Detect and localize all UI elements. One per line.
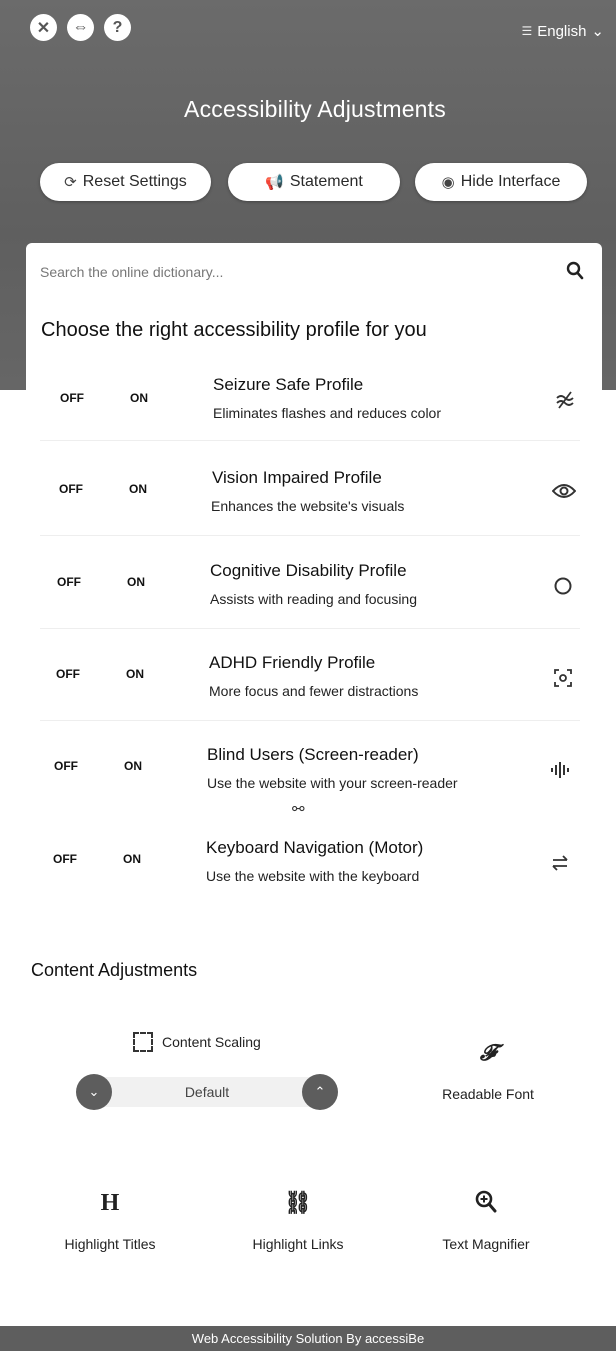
megaphone-icon: 📢: [265, 174, 284, 191]
search-card: Choose the right accessibility profile f…: [26, 243, 602, 393]
readable-font-tile[interactable]: 𝓕 Readable Font: [410, 1040, 566, 1104]
toggle-on[interactable]: ON: [127, 575, 197, 589]
statement-label: Statement: [289, 173, 363, 190]
toggle-off[interactable]: OFF: [60, 391, 130, 405]
highlight-titles-tile[interactable]: H Highlight Titles: [40, 1190, 180, 1254]
content-scaling-text: Content Scaling: [162, 1034, 261, 1050]
search-icon[interactable]: [566, 261, 584, 281]
circle-icon: [550, 573, 576, 599]
font-icon: 𝓕: [479, 1040, 497, 1065]
divider: [40, 535, 580, 536]
statement-button[interactable]: 📢 Statement: [228, 163, 400, 201]
reset-icon: ⟳: [64, 174, 77, 191]
help-icon[interactable]: ?: [104, 14, 131, 41]
profile-name: Vision Impaired Profile: [212, 468, 382, 487]
link-break-icon: ⛓: [284, 1190, 312, 1215]
profile-desc: Eliminates flashes and reduces color: [213, 405, 442, 421]
page-title: Accessibility Adjustments: [184, 96, 446, 122]
profile-toggle[interactable]: OFF ON: [54, 759, 194, 773]
profile-desc: More focus and fewer distractions: [209, 683, 419, 699]
close-icon[interactable]: ✕: [30, 14, 57, 41]
scaling-value: Default: [184, 1084, 230, 1100]
divider: [40, 720, 580, 721]
highlight-links-label: Highlight Links: [252, 1236, 344, 1252]
divider: [40, 440, 580, 441]
toggle-on[interactable]: ON: [126, 667, 196, 681]
scaling-icon: [133, 1032, 153, 1052]
language-selector[interactable]: ☰ English ⌄: [521, 22, 604, 41]
profile-toggle[interactable]: OFF ON: [53, 852, 193, 866]
flag-icon: ☰: [521, 24, 533, 38]
toggle-on[interactable]: ON: [124, 759, 194, 773]
focus-icon: [550, 665, 576, 691]
profile-desc: Assists with reading and focusing: [210, 591, 417, 607]
profiles-title: Choose the right accessibility profile f…: [41, 319, 427, 341]
search-input[interactable]: [40, 257, 550, 287]
language-label: English: [537, 22, 587, 40]
highlight-titles-label: Highlight Titles: [64, 1236, 156, 1252]
eye-slash-icon: ◉: [441, 174, 455, 191]
profile-toggle[interactable]: OFF ON: [56, 667, 196, 681]
chevron-down-icon: ⌄: [591, 23, 604, 40]
move-panel-icon[interactable]: ⇔: [67, 14, 94, 41]
audio-wave-icon: [548, 757, 574, 783]
profile-keyboard-navigation: OFF ON Keyboard Navigation (Motor) Use t…: [0, 838, 616, 928]
hide-interface-button[interactable]: ◉ Hide Interface: [415, 163, 587, 201]
eye-icon: [551, 478, 577, 504]
chevron-up-icon: ⌃: [314, 1084, 326, 1099]
toggle-off[interactable]: OFF: [57, 575, 127, 589]
profile-desc: Enhances the website's visuals: [211, 498, 405, 514]
profile-toggle[interactable]: OFF ON: [60, 391, 200, 405]
profile-name: Seizure Safe Profile: [213, 375, 364, 394]
readable-font-label: Readable Font: [442, 1086, 534, 1102]
profile-desc: Use the website with your screen-reader: [207, 775, 458, 791]
link-icon: ⚯: [292, 801, 305, 818]
profile-name: Cognitive Disability Profile: [210, 561, 407, 580]
footer-branding[interactable]: Web Accessibility Solution By accessiBe: [0, 1326, 616, 1351]
profile-vision-impaired: OFF ON Vision Impaired Profile Enhances …: [0, 468, 616, 558]
heading-icon: H: [100, 1190, 120, 1216]
chevron-down-icon: ⌄: [88, 1084, 100, 1099]
toggle-on[interactable]: ON: [130, 391, 200, 405]
text-magnifier-tile[interactable]: Text Magnifier: [416, 1190, 556, 1254]
seizure-icon: [552, 387, 578, 413]
decrease-scaling-button[interactable]: ⌄: [76, 1074, 112, 1110]
divider: [40, 628, 580, 629]
profile-adhd-friendly: OFF ON ADHD Friendly Profile More focus …: [0, 653, 616, 743]
reset-settings-label: Reset Settings: [82, 173, 187, 190]
text-magnifier-label: Text Magnifier: [442, 1236, 530, 1252]
content-scaling-stepper: Default ⌄ ⌃: [76, 1074, 338, 1110]
toggle-on[interactable]: ON: [123, 852, 193, 866]
profile-name: ADHD Friendly Profile: [209, 653, 376, 672]
toggle-off[interactable]: OFF: [53, 852, 123, 866]
toggle-off[interactable]: OFF: [54, 759, 124, 773]
profile-cognitive-disability: OFF ON Cognitive Disability Profile Assi…: [0, 561, 616, 651]
toggle-off[interactable]: OFF: [56, 667, 126, 681]
hide-interface-label: Hide Interface: [460, 173, 561, 190]
toggle-on[interactable]: ON: [129, 482, 199, 496]
reset-settings-button[interactable]: ⟳ Reset Settings: [40, 163, 211, 201]
profile-blind-users: OFF ON Blind Users (Screen-reader) Use t…: [0, 745, 616, 835]
profile-desc: Use the website with the keyboard: [206, 868, 420, 884]
profile-name: Blind Users (Screen-reader): [207, 745, 419, 764]
profile-toggle[interactable]: OFF ON: [57, 575, 197, 589]
toggle-off[interactable]: OFF: [59, 482, 129, 496]
profile-seizure-safe: OFF ON Seizure Safe Profile Eliminates f…: [0, 375, 616, 465]
top-controls: ✕ ⇔ ?: [30, 14, 131, 41]
content-adjustments-title: Content Adjustments: [31, 960, 198, 980]
profile-toggle[interactable]: OFF ON: [59, 482, 199, 496]
profile-name: Keyboard Navigation (Motor): [206, 838, 424, 857]
highlight-links-tile[interactable]: ⛓ Highlight Links: [228, 1190, 368, 1254]
content-scaling-label: Content Scaling: [133, 1032, 261, 1052]
arrows-icon: [547, 850, 573, 876]
magnifier-icon: [416, 1190, 556, 1218]
increase-scaling-button[interactable]: ⌃: [302, 1074, 338, 1110]
